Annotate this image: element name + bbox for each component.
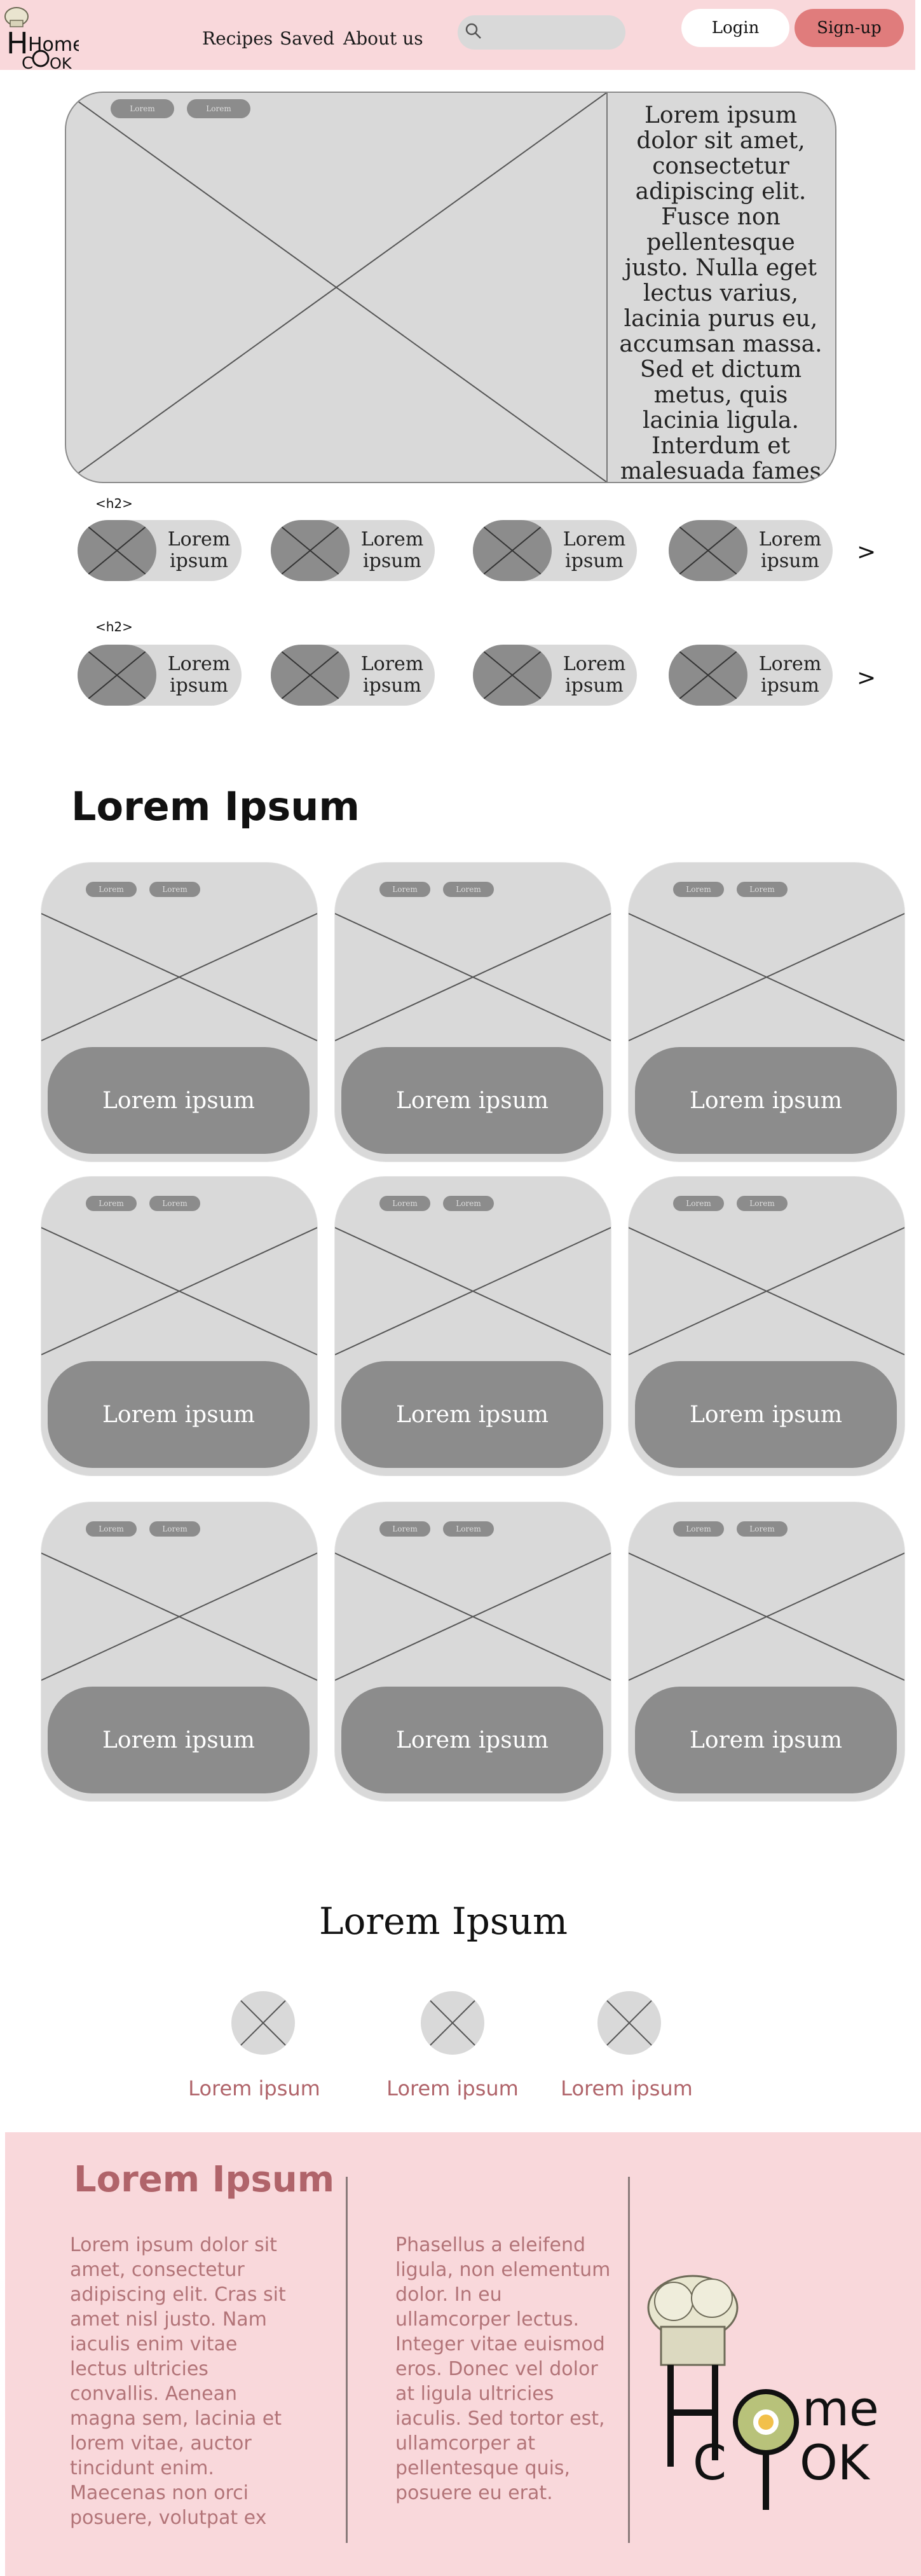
- hero-description: Lorem ipsum dolor sit amet, consectetur …: [619, 102, 822, 483]
- card-title[interactable]: Lorem ipsum: [635, 1361, 897, 1468]
- pill-image-placeholder: [473, 645, 552, 706]
- home-cook-logo-large: me C OK: [636, 2270, 915, 2524]
- card-tag[interactable]: Lorem: [86, 1196, 137, 1211]
- card-tag[interactable]: Lorem: [443, 1521, 494, 1537]
- row-heading: <h2>: [95, 619, 133, 634]
- pill-image-placeholder: [78, 645, 156, 706]
- circles-title: Lorem Ipsum: [318, 1900, 568, 1943]
- row-next-arrow[interactable]: >: [857, 539, 876, 565]
- category-pill[interactable]: Lorem ipsum: [78, 645, 242, 706]
- card-title[interactable]: Lorem ipsum: [48, 1361, 310, 1468]
- card-title[interactable]: Lorem ipsum: [635, 1047, 897, 1154]
- card-tag[interactable]: Lorem: [149, 882, 200, 897]
- card-tag[interactable]: Lorem: [379, 882, 430, 897]
- card-tag[interactable]: Lorem: [149, 1196, 200, 1211]
- hero-divider: [606, 93, 608, 482]
- pill-image-placeholder: [78, 520, 156, 581]
- pill-label: Lorem ipsum: [167, 653, 231, 697]
- pill-image-placeholder: [271, 520, 350, 581]
- svg-text:C: C: [693, 2434, 727, 2491]
- svg-text:me: me: [802, 2380, 879, 2437]
- section-title: Lorem Ipsum: [71, 783, 360, 830]
- footer-divider: [346, 2177, 348, 2543]
- recipe-card[interactable]: Lorem Lorem Lorem ipsum: [334, 862, 611, 1162]
- footer-column-1: Lorem ipsum dolor sit amet, consectetur ad…: [70, 2234, 286, 2529]
- category-pill[interactable]: Lorem ipsum: [669, 645, 833, 706]
- recipe-card[interactable]: Lorem Lorem Lorem ipsum: [334, 1176, 611, 1476]
- nav-recipes[interactable]: Recipes: [202, 28, 273, 49]
- card-tag[interactable]: Lorem: [737, 1196, 788, 1211]
- signup-button[interactable]: Sign-up: [795, 9, 904, 47]
- svg-text:C: C: [22, 54, 33, 72]
- circle-image-placeholder[interactable]: [421, 1991, 484, 2055]
- circle-label[interactable]: Lorem ipsum: [178, 2076, 331, 2100]
- card-tag[interactable]: Lorem: [379, 1521, 430, 1537]
- pill-label: Lorem ipsum: [563, 653, 626, 697]
- hero-banner[interactable]: Lorem Lorem Lorem ipsum dolor sit amet, …: [65, 92, 836, 483]
- card-tag[interactable]: Lorem: [737, 882, 788, 897]
- recipe-card[interactable]: Lorem Lorem Lorem ipsum: [334, 1502, 611, 1802]
- recipe-card[interactable]: Lorem Lorem Lorem ipsum: [41, 862, 318, 1162]
- pill-image-placeholder: [669, 645, 747, 706]
- circle-image-placeholder[interactable]: [597, 1991, 661, 2055]
- recipe-card[interactable]: Lorem Lorem Lorem ipsum: [41, 1502, 318, 1802]
- card-title[interactable]: Lorem ipsum: [341, 1047, 603, 1154]
- pill-image-placeholder: [271, 645, 350, 706]
- card-title[interactable]: Lorem ipsum: [48, 1687, 310, 1793]
- recipe-card[interactable]: Lorem Lorem Lorem ipsum: [628, 1502, 905, 1802]
- card-title[interactable]: Lorem ipsum: [635, 1687, 897, 1793]
- row-next-arrow[interactable]: >: [857, 665, 876, 691]
- card-title[interactable]: Lorem ipsum: [341, 1687, 603, 1793]
- footer-column-2: Phasellus a eleifend ligula, non elementu…: [395, 2234, 611, 2504]
- circle-image-placeholder[interactable]: [231, 1991, 295, 2055]
- recipe-card[interactable]: Lorem Lorem Lorem ipsum: [628, 1176, 905, 1476]
- category-pill[interactable]: Lorem ipsum: [669, 520, 833, 581]
- category-pill[interactable]: Lorem ipsum: [473, 645, 637, 706]
- footer-divider: [628, 2177, 630, 2543]
- hero-image-placeholder: [66, 93, 606, 482]
- card-tag[interactable]: Lorem: [86, 1521, 137, 1537]
- svg-text:OK: OK: [50, 55, 72, 72]
- category-pill[interactable]: Lorem ipsum: [473, 520, 637, 581]
- pill-label: Lorem ipsum: [563, 528, 626, 572]
- pill-label: Lorem ipsum: [360, 653, 424, 697]
- login-button[interactable]: Login: [681, 9, 789, 47]
- pill-image-placeholder: [669, 520, 747, 581]
- card-title[interactable]: Lorem ipsum: [341, 1361, 603, 1468]
- row-heading: <h2>: [95, 496, 133, 511]
- footer-title: Lorem Ipsum: [74, 2159, 335, 2200]
- recipe-card[interactable]: Lorem Lorem Lorem ipsum: [628, 862, 905, 1162]
- card-tag[interactable]: Lorem: [379, 1196, 430, 1211]
- circle-label[interactable]: Lorem ipsum: [550, 2076, 703, 2100]
- svg-text:OK: OK: [800, 2434, 871, 2491]
- nav-about-us[interactable]: About us: [343, 28, 423, 49]
- card-tag[interactable]: Lorem: [443, 1196, 494, 1211]
- category-pill[interactable]: Lorem ipsum: [271, 645, 435, 706]
- nav-saved[interactable]: Saved: [280, 28, 334, 49]
- card-tag[interactable]: Lorem: [737, 1521, 788, 1537]
- card-tag[interactable]: Lorem: [443, 882, 494, 897]
- home-cook-logo[interactable]: H Home C OK: [3, 3, 85, 73]
- category-pill[interactable]: Lorem ipsum: [271, 520, 435, 581]
- pill-label: Lorem ipsum: [758, 528, 822, 572]
- pill-label: Lorem ipsum: [758, 653, 822, 697]
- pill-label: Lorem ipsum: [360, 528, 424, 572]
- pill-label: Lorem ipsum: [167, 528, 231, 572]
- pill-image-placeholder: [473, 520, 552, 581]
- card-title[interactable]: Lorem ipsum: [48, 1047, 310, 1154]
- circle-label[interactable]: Lorem ipsum: [376, 2076, 529, 2100]
- card-tag[interactable]: Lorem: [673, 882, 724, 897]
- card-tag[interactable]: Lorem: [86, 882, 137, 897]
- card-tag[interactable]: Lorem: [673, 1521, 724, 1537]
- card-tag[interactable]: Lorem: [149, 1521, 200, 1537]
- search-icon: [464, 22, 483, 41]
- recipe-card[interactable]: Lorem Lorem Lorem ipsum: [41, 1176, 318, 1476]
- card-tag[interactable]: Lorem: [673, 1196, 724, 1211]
- hero-tag[interactable]: Lorem: [187, 99, 250, 118]
- hero-tag[interactable]: Lorem: [111, 99, 174, 118]
- category-pill[interactable]: Lorem ipsum: [78, 520, 242, 581]
